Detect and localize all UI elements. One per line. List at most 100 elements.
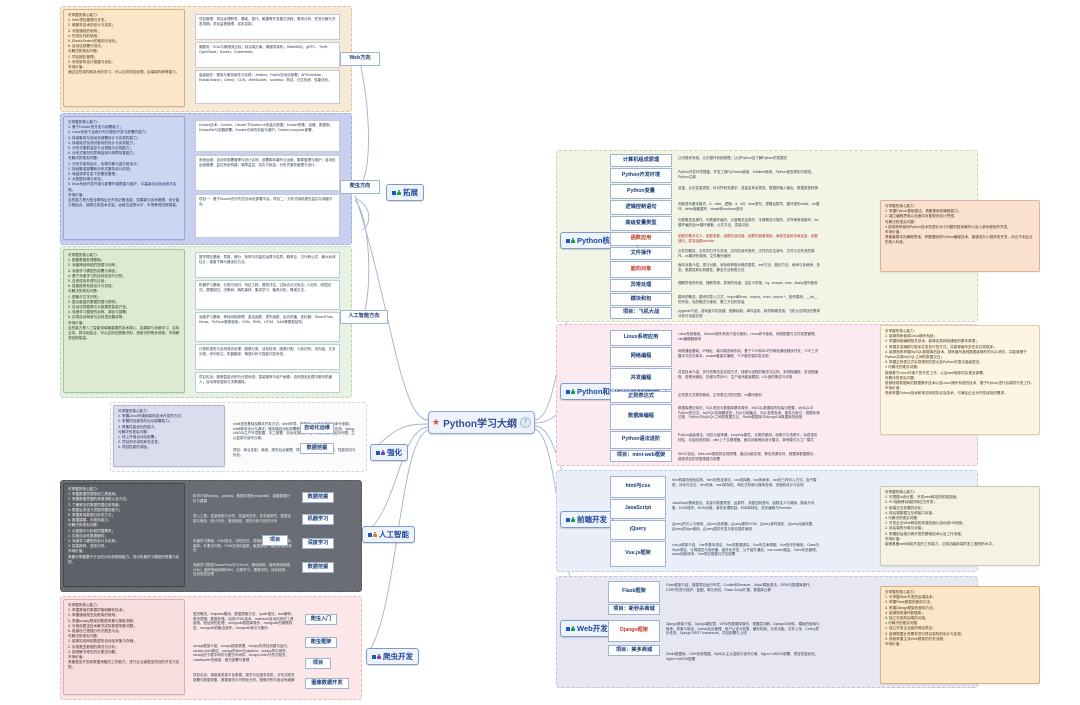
core-sub-2[interactable]: Python变量 (610, 184, 672, 199)
fe-detail-0: html构建页面及结构、html标签及用法、css选择器、css的继承、css的… (672, 478, 817, 487)
tag-image-dev[interactable]: 图像数据开发 (305, 678, 349, 689)
adv-detail-1: 网络通信基础、IP地址、端口概念和作用、基于TCP和UDP的网络通信程序开发、T… (678, 349, 819, 358)
core-sub-10[interactable]: 项目：飞机大战 (610, 307, 672, 319)
central-topic-label: Python学习大纲 (443, 419, 517, 430)
direction-spider[interactable]: 爬虫方向 (340, 180, 380, 194)
branch-expand-label: 拓展 (403, 188, 418, 197)
detail-spider-entry: 爬虫概念、requests模块、数据提取方法、xpath语法、lxml解析、爬虫… (193, 612, 295, 630)
core-sub-3[interactable]: 逻辑控制语句 (610, 200, 672, 215)
core-detail-1: Python开发环境搭建、开发工具PyCharm使用、Sublime使用、Pyt… (678, 170, 815, 179)
detail-system-ops: 系统运维：自动化部署管理与设计实现；部署脚本编写与运维；集群管理与维护；自动化运… (195, 155, 340, 191)
core-sub-4[interactable]: 高级变量类型 (610, 216, 672, 231)
direction-ai[interactable]: 人工智能方向 (340, 310, 388, 324)
core-sub-8[interactable]: 异常处理 (610, 279, 672, 292)
tag-machine-learning[interactable]: 机器学习 (302, 514, 334, 525)
branch-spider[interactable]: 爬虫开发 (366, 648, 419, 665)
direction-web[interactable]: Web方向 (340, 52, 380, 66)
branch-marker (566, 238, 575, 243)
card-web-value: 可掌握的核心能力： 1. 可掌握Web开发的后端技术； 2. 掌握Flask框架… (880, 586, 1040, 684)
adv-detail-6: WSGI协议、Mini-web框架的实现原理、路由功能实现、静态资源访问、数据库… (678, 452, 817, 461)
core-detail-4: 列表概念及操作、列表循环遍历、元组概念及操作、字典概念与操作、字符串常用操作、f… (678, 218, 819, 227)
branch-reinforce[interactable]: 强化 (370, 444, 408, 461)
branch-marker (566, 626, 575, 631)
branch-marker (392, 190, 401, 195)
card-core-value: 可掌握的核心能力： 1. 掌握Python基础语法，具备基础的编程能力； 2. … (880, 200, 1040, 272)
detail-docker-tech: Docker技术：Centos、Ubuntu下Docker-ce安装与配置；Do… (195, 120, 340, 152)
adv-detail-0: Linux系统使用、Ubuntu操作系统介绍与使用、Linux命令使用、网络配置… (678, 332, 819, 341)
card-docker-core-ability: 可掌握的核心能力： 1. 基于Docker的开发与部署能力； 2. Linux系… (63, 116, 185, 240)
branch-ai-label: 人工智能 (379, 530, 409, 539)
branch-marker (372, 654, 381, 659)
detail-advanced-components: 高级组件：框架与服务组件与实践：Jenkins、Fabric自动化部署；APSc… (195, 70, 340, 104)
core-sub-5[interactable]: 函数应用 (610, 232, 672, 246)
detail-ml-basics: 机器学习基础：分类与回归、特征工程、模型评估、过拟合与欠拟合；K近邻、线性回归、… (195, 280, 340, 310)
web-project-1[interactable]: 项目：美多商城 (608, 645, 660, 656)
card-frontend-value: 可掌握的核心能力： 1. 可根据ui设计图，开发web网站的前端页面； 2. P… (880, 486, 1040, 566)
detail-math-basics: 数学理论基础：导数、微分、矩阵与向量的运算与性质；概率论、贝叶斯公式、最大似然估… (195, 252, 340, 278)
tag-spider-project[interactable]: 项目 (305, 658, 331, 669)
core-detail-0: 认识操作系统，认识操作系统原理，认识Python及了解Python的发展史 (678, 156, 788, 160)
branch-frontend[interactable]: 前端开发 (560, 511, 613, 528)
detail-spider-projects: 项目实战：爬取某电商平台数据、爬虫与反爬虫攻防、分布式爬虫部署与数据采集、数据清… (193, 673, 295, 682)
fe-sub-3[interactable]: Vue.js框架 (610, 541, 666, 567)
fe-sub-0[interactable]: html与css (610, 476, 666, 498)
core-detail-8: 理解异常的作用、捕获异常、异常的传递、自定义异常、try...except...… (678, 281, 818, 285)
detail-deep-learning: 深度学习框架TensorFlow与PyTorch、神经网络、卷积神经网络CNN、… (193, 563, 291, 577)
detail-ai-projects: 项目实战：图像智能识别与分类系统；智能推荐与用户画像；自然语言处理与聊天机器人；… (195, 372, 340, 393)
fe-detail-2: jQuery的引入与使用、jQuery选择器、jQuery操作DOM、jQuer… (672, 522, 816, 531)
core-detail-7: 面向对象介绍、类与对象、添加和获取对象的属性、self方法、魔法方法、继承与多继… (678, 263, 820, 272)
direction-data-mining[interactable]: 数据挖掘 (300, 443, 334, 454)
direction-ops[interactable]: 自动化运维 (300, 423, 334, 434)
card-ai-branch-ability: 可掌握的核心能力： 1. 掌握数据挖掘常用工具使用； 2. 掌握数据挖掘的常规流… (63, 483, 185, 587)
web-project-0[interactable]: 项目：新秒杀商城 (608, 604, 660, 615)
core-detail-9: 模块的概念、模块的导入方式、import和from...import、from.… (678, 295, 818, 304)
branch-marker (376, 450, 385, 455)
web-sub-0[interactable]: Flask框架 (608, 581, 660, 603)
web-sub-1[interactable]: Django框架 (608, 620, 660, 642)
tag-spider-framework[interactable]: 爬虫框架 (305, 637, 337, 648)
detail-reinforce-project: 项目：商业定制、商城、爬虫后台管理、项目部署上线与运维管理、性能测试与优化。 (233, 448, 356, 457)
adv-sub-3[interactable]: 正则表达式 (610, 391, 672, 403)
branch-web[interactable]: Web开发 (560, 620, 614, 637)
tag-data-mining-2[interactable]: 数据挖掘 (302, 562, 334, 573)
card-advanced-value: 可掌握的核心能力： 1. 能够熟练使用Linux操作系统； 2. 掌握网络编程相… (880, 325, 1040, 435)
mindmap-canvas: 可掌握的核心能力： 1. Web项目管理与开发； 2. 微服务技术的设计与实现；… (0, 0, 1080, 705)
adv-sub-5[interactable]: Python语法进阶 (610, 431, 672, 449)
detail-project-management: 项目管理：项目经理职责、基础、迭代、敏捷等开发模式流程；需求分析、任务分解与开发… (195, 14, 340, 40)
tag-spider-entry[interactable]: 爬虫入门 (305, 614, 337, 625)
central-topic[interactable]: ★ Python学习大纲 7 (428, 411, 535, 434)
core-sub-1[interactable]: Python开发环境 (610, 168, 672, 183)
fe-sub-1[interactable]: JavaScript (610, 499, 666, 519)
web-detail-1: Django框架介绍、Django模型层、ORM的数据库操作、视图层详解、Dja… (666, 622, 820, 636)
tag-data-mining-1[interactable]: 数据挖掘 (302, 492, 334, 503)
branch-frontend-label: 前端开发 (577, 515, 607, 524)
card-web-core-ability: 可掌握的核心能力： 1. Web项目管理与开发； 2. 微服务技术的设计与实现；… (63, 9, 185, 107)
core-sub-0[interactable]: 计算机组成原理 (610, 154, 672, 167)
detail-expand-projects: 项目一：基于Docker的分布式自动化部署平台。项目二：分布式网络爬虫监控与调度… (195, 194, 340, 238)
core-detail-6: 文件的概念、文件的打开与关闭、文件的读写操作、文件的定位读写、文件与文件夹的操作… (678, 249, 815, 258)
detail-shell-deploy: shell语言基础及脚本开发方式；shell环境、变量式、命令行执行与命令参数；… (233, 422, 355, 440)
detail-scrapy-framework: scrapy框架介绍、scrapy框架原理、scrapy的项目创建与运行、scr… (193, 644, 291, 662)
adv-detail-4: 数据库理论知识、SQL语言与数据库基本操作、MySQL数据库的安装与配置、MyS… (678, 406, 820, 420)
core-sub-9[interactable]: 模块和包 (610, 293, 672, 306)
core-detail-10: pygame介绍、游戏窗口的创建、图像绘制、事件监听、精灵和精灵组、飞机大战项目… (678, 309, 820, 318)
adv-sub-0[interactable]: Linux系统应用 (610, 330, 672, 346)
adv-sub-1[interactable]: 网络编程 (610, 347, 672, 367)
branch-marker (566, 389, 575, 394)
adv-sub-4[interactable]: 数据库编程 (610, 404, 672, 430)
tag-deep-learning[interactable]: 深度学习 (302, 538, 334, 549)
tag-project-ai[interactable]: 项目 (262, 535, 288, 546)
branch-expand[interactable]: 拓展 (386, 184, 424, 201)
branch-spider-label: 爬虫开发 (383, 652, 413, 661)
card-ai-core-ability: 可掌握的核心能力： 1. 图像数据处理基础； 2. 深度神经网络的搭建与训练； … (63, 249, 185, 393)
core-sub-6[interactable]: 文件操作 (610, 247, 672, 260)
adv-sub-2[interactable]: 并发编程 (610, 368, 672, 390)
branch-ai[interactable]: 人工智能 (362, 526, 415, 543)
adv-sub-6[interactable]: 项目：mini-web框架 (610, 450, 672, 462)
adv-detail-3: 正则表达式规则使用、正则表达式的匹配、re模块使用 (678, 393, 762, 397)
fe-sub-2[interactable]: jQuery (610, 520, 666, 540)
core-sub-7[interactable]: 面向对象 (610, 261, 672, 278)
branch-reinforce-label: 强化 (387, 448, 402, 457)
child-count-badge: 7 (519, 417, 531, 428)
detail-data-analysis: 导入工具、变量使用与分布、变量间关系、多变量研究、图表绘制与美化、统计分析、假设… (193, 514, 291, 523)
